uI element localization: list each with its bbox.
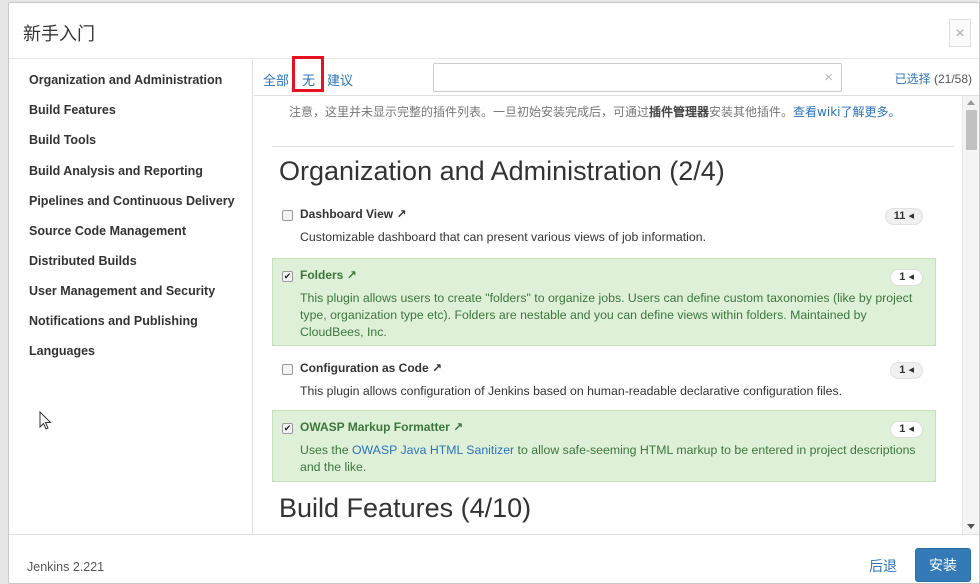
plugin-name-owasp-markup-formatter[interactable]: OWASP Markup Formatter ↗ — [300, 420, 463, 434]
divider — [272, 146, 954, 147]
selected-count: 已选择 (21/58) — [895, 70, 972, 87]
plugin-toolbar: 全部 无 建议 × 已选择 (21/58) — [254, 56, 979, 96]
external-link-icon[interactable]: ↗ — [347, 268, 357, 282]
plugin-panel: 全部 无 建议 × 已选择 (21/58) 注意，这里并未显示完整的插件列表。一… — [254, 56, 979, 534]
dependency-badge[interactable]: 1 ◂ — [890, 421, 923, 438]
select-suggested-link[interactable]: 建议 — [327, 70, 353, 89]
wiki-link[interactable]: 查看wiki了解更多。 — [793, 105, 900, 119]
plugin-folders[interactable]: ✔ Folders ↗ 1 ◂ This plugin allows users… — [272, 258, 936, 346]
scrollbar-thumb[interactable] — [966, 110, 977, 150]
desc-text: Uses the — [300, 443, 352, 457]
sidebar-item-pipelines-and-continuous-delivery[interactable]: Pipelines and Continuous Delivery — [29, 194, 235, 208]
vertical-scrollbar[interactable] — [962, 96, 979, 534]
plugin-description: This plugin allows users to create "fold… — [300, 291, 913, 339]
owasp-sanitizer-link[interactable]: OWASP Java HTML Sanitizer — [352, 443, 514, 457]
dialog-footer: Jenkins 2.221 后退 安装 — [9, 534, 979, 583]
dialog-header: 新手入门 × — [9, 3, 979, 59]
plugin-list-scroll[interactable]: 注意，这里并未显示完整的插件列表。一旦初始安装完成后，可通过插件管理器安装其他插… — [254, 96, 979, 534]
plugin-name-text: OWASP Markup Formatter — [300, 420, 450, 434]
sidebar-item-languages[interactable]: Languages — [29, 344, 95, 358]
scroll-down-icon[interactable] — [967, 524, 975, 529]
sidebar-item-distributed-builds[interactable]: Distributed Builds — [29, 254, 137, 268]
scroll-up-icon[interactable] — [967, 100, 975, 105]
plugin-name-text: Folders — [300, 268, 344, 282]
mouse-pointer-icon — [39, 411, 52, 430]
plugin-name-configuration-as-code[interactable]: Configuration as Code ↗ — [300, 361, 442, 375]
plugin-description: Uses the OWASP Java HTML Sanitizer to al… — [300, 442, 929, 476]
sidebar-item-source-code-management[interactable]: Source Code Management — [29, 224, 186, 238]
setup-wizard-dialog: 新手入门 × Organization and Administration B… — [8, 2, 980, 584]
plugin-name-dashboard-view[interactable]: Dashboard View ↗ — [300, 207, 407, 221]
sidebar-item-organization-and-administration[interactable]: Organization and Administration — [29, 73, 222, 87]
notice-text: 注意，这里并未显示完整的插件列表。一旦初始安装完成后，可通过 — [289, 105, 650, 119]
external-link-icon[interactable]: ↗ — [396, 207, 406, 221]
sidebar-item-notifications-and-publishing[interactable]: Notifications and Publishing — [29, 314, 198, 328]
install-button[interactable]: 安装 — [915, 548, 971, 582]
dialog-title: 新手入门 — [23, 24, 95, 45]
close-button[interactable]: × — [949, 19, 971, 47]
plugin-checkbox[interactable]: ✔ — [282, 271, 293, 282]
plugin-dashboard-view[interactable]: Dashboard View ↗ 11 ◂ Customizable dashb… — [272, 197, 936, 249]
dependency-badge[interactable]: 1 ◂ — [890, 269, 923, 286]
plugin-configuration-as-code[interactable]: Configuration as Code ↗ 1 ◂ This plugin … — [272, 351, 936, 403]
plugin-checkbox[interactable]: ✔ — [282, 423, 293, 434]
selected-count-value: (21/58) — [933, 72, 972, 86]
plugin-manager-text: 插件管理器 — [649, 105, 710, 119]
clear-search-icon[interactable]: × — [824, 69, 833, 86]
select-all-link[interactable]: 全部 — [263, 70, 289, 89]
jenkins-version: Jenkins 2.221 — [27, 560, 105, 574]
plugin-checkbox[interactable] — [282, 364, 293, 375]
external-link-icon[interactable]: ↗ — [432, 361, 442, 375]
dependency-badge[interactable]: 1 ◂ — [890, 362, 923, 379]
sidebar-item-build-features[interactable]: Build Features — [29, 103, 116, 117]
section-title-build-features: Build Features (4/10) — [279, 493, 532, 523]
sidebar-item-build-tools[interactable]: Build Tools — [29, 133, 96, 147]
plugin-owasp-markup-formatter[interactable]: ✔ OWASP Markup Formatter ↗ 1 ◂ Uses the … — [272, 410, 936, 482]
plugin-description: Customizable dashboard that can present … — [300, 230, 707, 244]
plugin-description: This plugin allows configuration of Jenk… — [300, 384, 843, 398]
plugin-checkbox[interactable] — [282, 210, 293, 221]
plugin-search-input[interactable]: × — [433, 63, 842, 92]
plugin-name-text: Dashboard View — [300, 207, 394, 221]
sidebar-item-user-management-and-security[interactable]: User Management and Security — [29, 284, 215, 298]
section-title-organization-and-administration: Organization and Administration (2/4) — [279, 156, 725, 186]
category-sidebar: Organization and Administration Build Fe… — [9, 60, 253, 534]
notice-text-after: 安装其他插件。 — [709, 105, 794, 119]
dependency-badge[interactable]: 11 ◂ — [884, 208, 923, 225]
selected-link[interactable]: 已选择 — [895, 72, 931, 86]
back-button[interactable]: 后退 — [869, 556, 897, 576]
plugin-name-folders[interactable]: Folders ↗ — [300, 268, 357, 282]
plugin-list-notice: 注意，这里并未显示完整的插件列表。一旦初始安装完成后，可通过插件管理器安装其他插… — [289, 104, 919, 121]
plugin-name-text: Configuration as Code — [300, 361, 429, 375]
sidebar-item-build-analysis-and-reporting[interactable]: Build Analysis and Reporting — [29, 164, 203, 178]
highlight-box — [292, 56, 324, 92]
external-link-icon[interactable]: ↗ — [453, 420, 463, 434]
